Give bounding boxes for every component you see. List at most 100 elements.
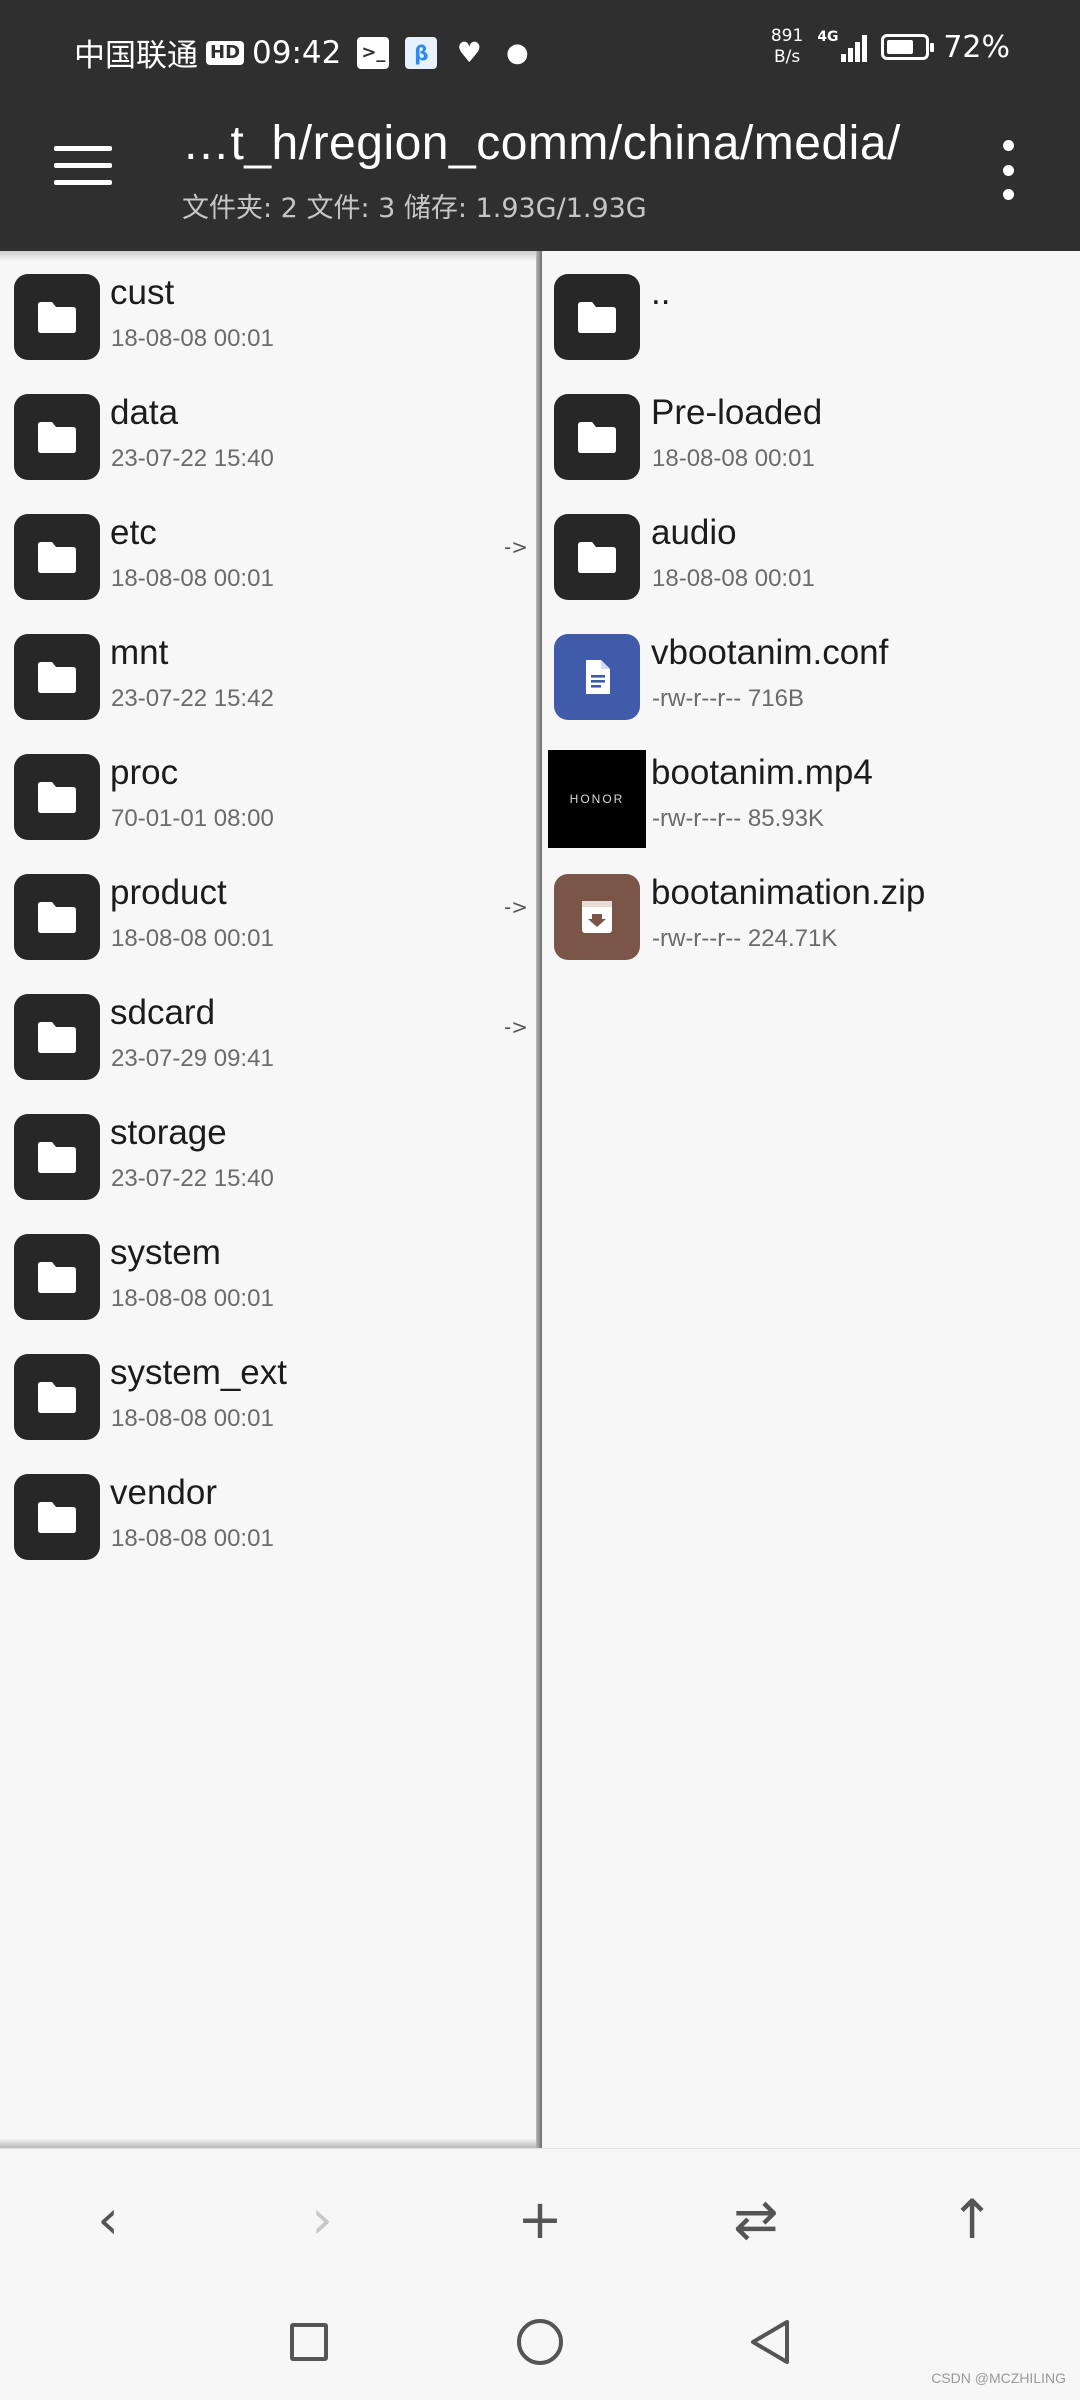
file-meta: 18-08-08 00:01 <box>111 325 274 352</box>
right-pane-row[interactable]: .. <box>542 255 1080 375</box>
folder-summary: 文件夹: 2 文件: 3 储存: 1.93G/1.93G <box>182 193 647 224</box>
folder-icon <box>554 394 640 480</box>
status-time: 09:42 <box>252 34 342 71</box>
path-title[interactable]: …t_h/region_comm/china/media/ <box>182 116 901 171</box>
file-name: cust <box>110 273 175 312</box>
left-pane-shadow <box>0 251 538 261</box>
file-meta: 23-07-29 09:41 <box>111 1045 274 1072</box>
right-pane: .. Pre-loaded 18-08-08 00:01 audio 18-08-08 … <box>542 251 1080 2148</box>
parent-folder-button[interactable]: ↑ <box>932 2179 1012 2259</box>
wechat-icon: ● <box>506 37 529 68</box>
home-button[interactable] <box>510 2312 570 2372</box>
file-meta: 70-01-01 08:00 <box>111 805 274 832</box>
app-notification-icon: β <box>405 36 438 69</box>
left-pane-row[interactable]: proc 70-01-01 08:00 <box>0 735 538 855</box>
file-meta: 23-07-22 15:42 <box>111 685 274 712</box>
file-name: system_ext <box>110 1353 287 1392</box>
left-pane-row[interactable]: etc 18-08-08 00:01 -> <box>0 495 538 615</box>
forward-button[interactable]: › <box>282 2179 362 2259</box>
folder-icon <box>554 274 640 360</box>
battery-percent: 72% <box>943 29 1010 65</box>
file-name: etc <box>110 513 157 552</box>
left-pane-bottom-shadow <box>0 2138 538 2148</box>
symlink-indicator: -> <box>504 1015 528 1039</box>
file-name: data <box>110 393 179 432</box>
file-meta: 23-07-22 15:40 <box>111 445 274 472</box>
right-pane-row[interactable]: Pre-loaded 18-08-08 00:01 <box>542 375 1080 495</box>
network-speed-unit: B/s <box>773 47 801 67</box>
folder-icon <box>14 754 100 840</box>
symlink-indicator: -> <box>504 895 528 919</box>
add-button[interactable]: + <box>500 2179 580 2259</box>
file-meta: 18-08-08 00:01 <box>111 925 274 952</box>
network-speed: 891 B/s <box>771 26 803 68</box>
file-meta: 18-08-08 00:01 <box>111 1285 274 1312</box>
folder-icon <box>14 514 100 600</box>
bottom-toolbar: ‹ › + ⇄ ↑ <box>0 2148 1080 2289</box>
arrow-up-icon: ↑ <box>949 2187 995 2251</box>
top-bar: 中国联通 HD 09:42 >_ β ♥ ● 891 B/s 4G 72% …t… <box>0 0 1080 251</box>
file-name: mnt <box>110 633 169 672</box>
back-button[interactable]: ‹ <box>68 2179 148 2259</box>
terminal-icon: >_ <box>357 36 390 69</box>
right-pane-row[interactable]: vbootanim.conf -rw-r--r-- 716B <box>542 615 1080 735</box>
file-meta: 18-08-08 00:01 <box>111 565 274 592</box>
left-pane-row[interactable]: system 18-08-08 00:01 <box>0 1215 538 1335</box>
file-meta: 23-07-22 15:40 <box>111 1165 274 1192</box>
left-pane-row[interactable]: vendor 18-08-08 00:01 <box>0 1455 538 1575</box>
video-thumbnail-label: HONOR <box>569 792 625 806</box>
folder-icon <box>14 1354 100 1440</box>
left-pane: cust 18-08-08 00:01 data 23-07-22 15:40 etc 1… <box>0 251 538 2148</box>
archive-icon <box>554 874 640 960</box>
folder-icon <box>14 994 100 1080</box>
file-name: Pre-loaded <box>651 393 823 432</box>
file-meta: -rw-r--r-- 716B <box>652 685 804 712</box>
file-name: bootanim.mp4 <box>651 753 873 792</box>
left-pane-row[interactable]: sdcard 23-07-29 09:41 -> <box>0 975 538 1095</box>
menu-icon[interactable] <box>54 146 112 186</box>
left-pane-row[interactable]: product 18-08-08 00:01 -> <box>0 855 538 975</box>
more-options-icon[interactable] <box>996 140 1020 200</box>
folder-icon <box>14 1474 100 1560</box>
swap-arrows-icon: ⇄ <box>733 2187 779 2251</box>
document-icon <box>554 634 640 720</box>
left-pane-row[interactable]: system_ext 18-08-08 00:01 <box>0 1335 538 1455</box>
recents-button[interactable] <box>279 2312 339 2372</box>
network-speed-value: 891 <box>770 26 804 46</box>
chevron-left-icon: ‹ <box>97 2187 119 2251</box>
battery-icon <box>881 34 935 60</box>
watermark: CSDN @MCZHILING <box>931 2370 1066 2386</box>
folder-icon <box>14 874 100 960</box>
file-meta: -rw-r--r-- 85.93K <box>652 805 824 832</box>
left-pane-row[interactable]: mnt 23-07-22 15:42 <box>0 615 538 735</box>
square-icon <box>290 2323 328 2361</box>
back-nav-button[interactable] <box>740 2312 800 2372</box>
left-pane-row[interactable]: cust 18-08-08 00:01 <box>0 255 538 375</box>
folder-icon <box>554 514 640 600</box>
left-pane-row[interactable]: storage 23-07-22 15:40 <box>0 1095 538 1215</box>
folder-icon <box>14 394 100 480</box>
circle-icon <box>517 2319 563 2365</box>
file-meta: 18-08-08 00:01 <box>111 1525 274 1552</box>
folder-icon <box>14 1114 100 1200</box>
file-meta: 18-08-08 00:01 <box>652 445 815 472</box>
video-thumbnail: HONOR <box>548 750 646 848</box>
right-pane-row[interactable]: bootanimation.zip -rw-r--r-- 224.71K <box>542 855 1080 975</box>
file-name: product <box>110 873 227 912</box>
status-right: 891 B/s 4G 72% <box>771 26 1010 68</box>
file-name: sdcard <box>110 993 216 1032</box>
right-pane-row[interactable]: HONOR bootanim.mp4 -rw-r--r-- 85.93K <box>542 735 1080 855</box>
network-type: 4G <box>817 29 839 45</box>
file-name: bootanimation.zip <box>651 873 926 912</box>
file-name: .. <box>651 273 671 312</box>
chevron-right-icon: › <box>311 2187 333 2251</box>
folder-icon <box>14 1234 100 1320</box>
file-name: vendor <box>110 1473 218 1512</box>
right-pane-row[interactable]: audio 18-08-08 00:01 <box>542 495 1080 615</box>
file-name: system <box>110 1233 221 1272</box>
file-meta: 18-08-08 00:01 <box>111 1405 274 1432</box>
left-pane-row[interactable]: data 23-07-22 15:40 <box>0 375 538 495</box>
swap-panes-button[interactable]: ⇄ <box>716 2179 796 2259</box>
battery-fill <box>887 40 914 54</box>
triangle-back-icon <box>751 2320 789 2364</box>
